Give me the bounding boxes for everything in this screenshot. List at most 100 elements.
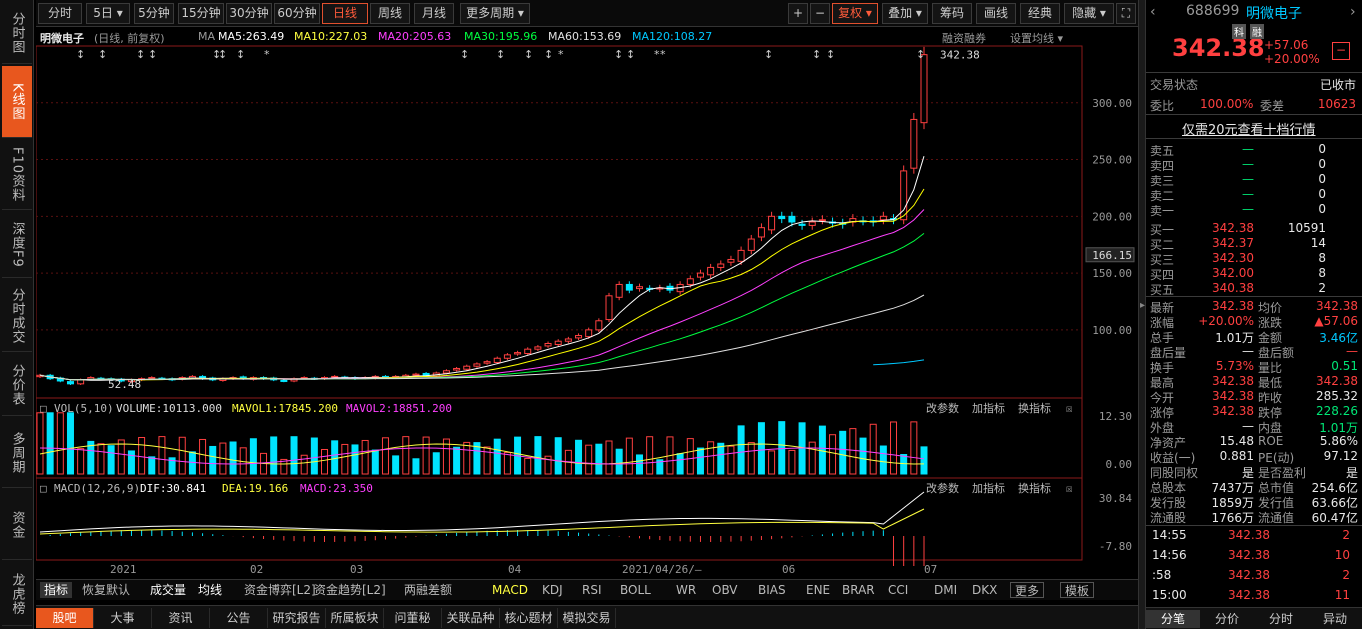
level10-link[interactable]: 仅需20元查看十档行情 [1182, 119, 1316, 138]
period-30min[interactable]: 30分钟 [226, 3, 272, 24]
indicator-tab-7[interactable]: MACD [492, 582, 528, 598]
next-arrow-icon[interactable]: › [1350, 4, 1356, 20]
right-tabs: 分笔 分价 分时 异动 [1146, 607, 1362, 629]
adjust-button[interactable]: 复权 ▾ [832, 3, 878, 24]
panel-splitter[interactable]: ▸ [1138, 0, 1146, 629]
right-tab-0[interactable]: 分笔 [1146, 610, 1200, 628]
cell: 14:55 [1152, 528, 1187, 542]
candle-body [696, 272, 704, 278]
indicator-tab-11[interactable]: WR [676, 582, 696, 598]
bottom-tab-1[interactable]: 大事 [94, 608, 152, 628]
cell: 0.881 [1219, 449, 1254, 463]
bottom-tab-9[interactable]: 模拟交易 [558, 608, 616, 628]
period-daily[interactable]: 日线 [322, 3, 368, 24]
right-tab-3[interactable]: 异动 [1308, 610, 1362, 628]
period-5day[interactable]: 5日 ▾ [86, 3, 130, 24]
cell: 14:56 [1152, 548, 1187, 562]
indicator-tab-5[interactable]: 资金趋势[L2] [314, 582, 386, 598]
indicator-tab-9[interactable]: RSI [582, 582, 602, 598]
candle-body [757, 227, 765, 238]
stat-row: 盘后量 — 盘后额 — [1146, 344, 1362, 360]
indicator-tab-2[interactable]: 成交量 [150, 582, 186, 598]
zoom-in-button[interactable]: + [788, 3, 808, 24]
indicator-tab-3[interactable]: 均线 [198, 582, 222, 598]
right-tab-1[interactable]: 分价 [1200, 610, 1254, 628]
zoom-out-button[interactable]: − [810, 3, 830, 24]
ma20-line [39, 209, 925, 381]
indicator-tab-6[interactable]: 两融差额 [404, 582, 452, 598]
bid-row: 买一 342.38 10591 [1146, 221, 1362, 237]
candle-body [879, 215, 887, 221]
candle-body [615, 283, 623, 298]
sidebar-tab-depth[interactable]: 深度F9 [2, 212, 32, 278]
classic-button[interactable]: 经典 [1020, 3, 1060, 24]
stat-row: 同股同权是是否盈利是 [1146, 464, 1362, 480]
cell: 340.38 [1212, 281, 1254, 295]
sidebar-tab-dragon-tiger[interactable]: 龙虎榜 [2, 562, 32, 626]
sidebar-tab-timeshare[interactable]: 分时图 [2, 2, 32, 64]
indicator-tab-4[interactable]: 资金博弈[L2] [244, 582, 316, 598]
kline-chart[interactable]: 300.00 250.00 200.00 150.00 100.00 166.15 342.… [36, 28, 1136, 578]
period-timeshare[interactable]: 分时 [38, 3, 82, 24]
indicator-tab-18[interactable]: DKX [972, 582, 997, 598]
bottom-tab-3[interactable]: 公告 [210, 608, 268, 628]
indicator-tab-19[interactable]: 更多 [1010, 582, 1045, 598]
period-5min[interactable]: 5分钟 [134, 3, 174, 24]
indicator-tab-14[interactable]: ENE [806, 582, 830, 598]
indicator-tab-15[interactable]: BRAR [842, 582, 875, 598]
menu-arrow-icon[interactable]: ‹ [1150, 4, 1156, 20]
sidebar-tab-trades[interactable]: 分时成交 [2, 280, 32, 352]
bottom-tab-6[interactable]: 问董秘 [384, 608, 442, 628]
bottom-tab-5[interactable]: 所属板块 [326, 608, 384, 628]
indicator-tabs: 指标 恢复默认 成交量 均线 资金博弈[L2] 资金趋势[L2] 两融差额 MACD KDJ RS… [36, 579, 1138, 600]
period-more[interactable]: 更多周期 ▾ [460, 3, 530, 24]
sidebar-tab-kline[interactable]: K线图 [2, 66, 32, 138]
candle-body [534, 346, 542, 350]
indicator-tab-17[interactable]: DMI [934, 582, 957, 598]
chevron-down-icon: ▾ [1099, 6, 1106, 20]
cell: 342.00 [1212, 266, 1254, 280]
sidebar-tab-capital[interactable]: 资金 [2, 490, 32, 560]
fullscreen-icon[interactable]: ⛶ [1116, 3, 1136, 24]
volume-bar [56, 412, 64, 475]
chips-button[interactable]: 筹码 [932, 3, 972, 24]
right-tab-2[interactable]: 分时 [1254, 610, 1308, 628]
bottom-tab-4[interactable]: 研究报告 [268, 608, 326, 628]
stock-title: 明微电子 [1246, 6, 1302, 22]
candle-body [595, 320, 603, 331]
stock-code: 688699 [1186, 3, 1240, 19]
stat-row: 换手 5.73% 量比 0.51 [1146, 359, 1362, 375]
overlay-button[interactable]: 叠加 ▾ [882, 3, 928, 24]
sidebar-tab-f10[interactable]: F10资料 [2, 140, 32, 210]
indicator-tab-0[interactable]: 指标 [40, 582, 73, 598]
sidebar-tab-multi-period[interactable]: 多周期 [2, 418, 32, 488]
indicator-tab-20[interactable]: 模板 [1060, 582, 1095, 598]
period-weekly[interactable]: 周线 [370, 3, 410, 24]
indicator-tab-12[interactable]: OBV [712, 582, 738, 598]
event-star-icon: ↕ [98, 48, 107, 61]
bottom-tab-7[interactable]: 关联品种 [442, 608, 500, 628]
bottom-tab-2[interactable]: 资讯 [152, 608, 210, 628]
hide-button[interactable]: 隐藏 ▾ [1064, 3, 1114, 24]
bottom-tab-8[interactable]: 核心题材 [500, 608, 558, 628]
x-axis-label: 04 [508, 563, 522, 576]
remove-watch-icon[interactable]: − [1332, 42, 1350, 60]
bid-row: 买二 342.37 14 [1146, 236, 1362, 252]
draw-line-button[interactable]: 画线 [976, 3, 1016, 24]
indicator-tab-8[interactable]: KDJ [542, 582, 563, 598]
macd-title: MACD(12,26,9) [54, 482, 140, 495]
period-15min[interactable]: 15分钟 [178, 3, 224, 24]
sidebar-tab-price-table[interactable]: 分价表 [2, 354, 32, 416]
indicator-tab-10[interactable]: BOLL [620, 582, 651, 598]
cell: — [1242, 157, 1254, 171]
margin-badge: 融 [1250, 24, 1264, 39]
collapse-arrow-icon[interactable]: ▸ [1139, 300, 1146, 311]
indicator-tab-13[interactable]: BIAS [758, 582, 786, 598]
chevron-down-icon: ▾ [865, 6, 872, 20]
period-monthly[interactable]: 月线 [414, 3, 454, 24]
volume-bar [829, 434, 837, 475]
indicator-tab-16[interactable]: CCI [888, 582, 908, 598]
bottom-tab-0[interactable]: 股吧 [36, 608, 94, 628]
period-60min[interactable]: 60分钟 [274, 3, 320, 24]
indicator-tab-1[interactable]: 恢复默认 [82, 582, 130, 598]
